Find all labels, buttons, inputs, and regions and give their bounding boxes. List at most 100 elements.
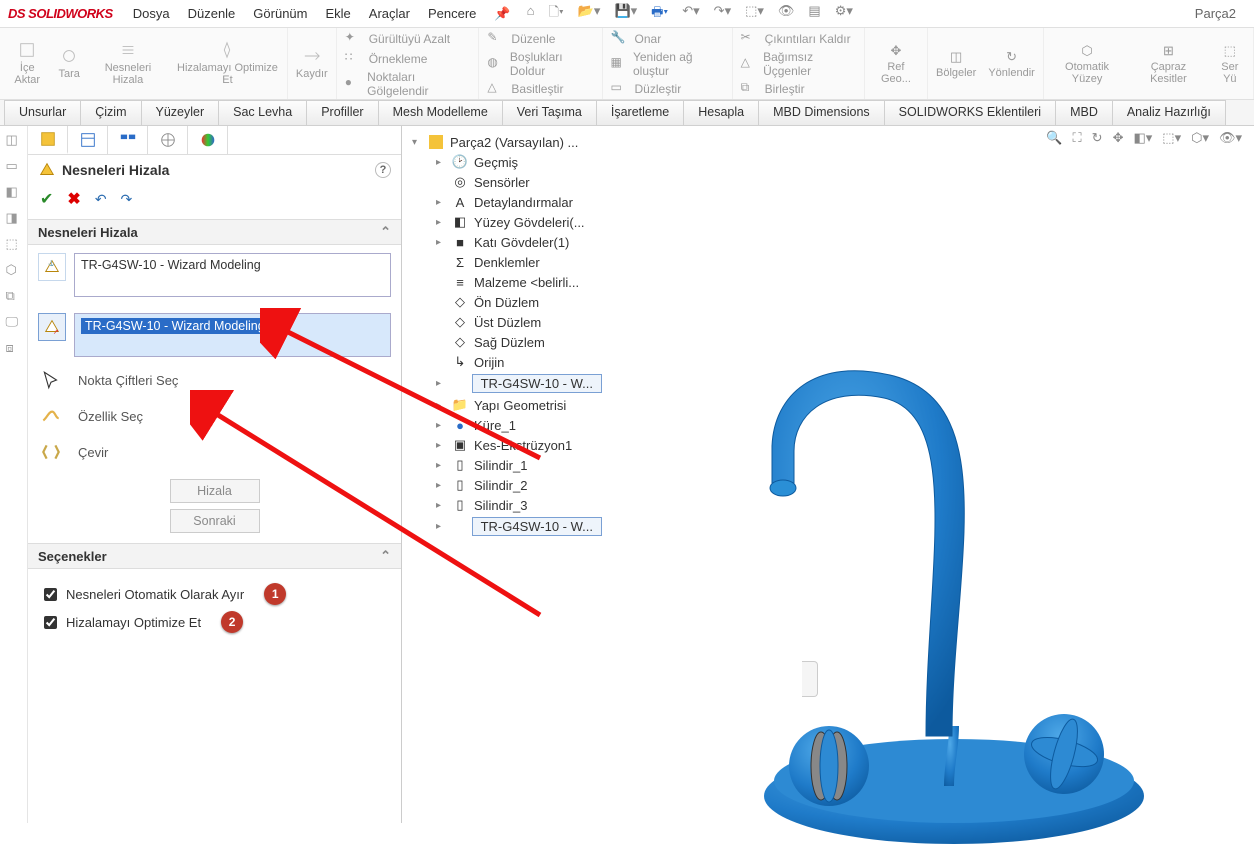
side-icon-8[interactable]: 🖵 [6,314,22,330]
side-icon-6[interactable]: ⬡ [6,262,22,278]
tab-evaluate[interactable]: Hesapla [683,100,759,125]
eye-icon[interactable]: 👁 [778,3,795,25]
tree-selected-2[interactable]: TR-G4SW-10 - W... [472,517,602,536]
cancel-icon[interactable]: ✖ [67,189,80,209]
side-icon-3[interactable]: ◧ [6,184,22,200]
tree-cyl2[interactable]: Silindir_2 [474,478,527,493]
expander-icon[interactable]: ▸ [436,197,446,208]
tab-profiles[interactable]: Profiller [306,100,378,125]
moving-selection-box[interactable]: TR-G4SW-10 - Wizard Modeling2 [74,313,391,357]
free-icon[interactable]: ⬚ [1221,43,1239,61]
ribbon-import[interactable]: İçe Aktar [8,62,47,86]
tab-datatransfer[interactable]: Veri Taşıma [502,100,597,125]
tree-sphere[interactable]: Küre_1 [474,418,516,433]
side-icon-5[interactable]: ⬚ [6,236,22,252]
ribbon-flatten[interactable]: ▭Düzleştir [611,80,682,98]
menu-insert[interactable]: Ekle [326,6,351,22]
cross-icon[interactable]: ⊞ [1159,43,1177,61]
anchor-reference-icon[interactable]: ⚓ [38,253,66,281]
collapse-icon[interactable]: ⌃ [380,224,391,240]
panel-tab-config[interactable] [108,126,148,154]
tab-surfaces[interactable]: Yüzeyler [141,100,220,125]
displaystyle-icon[interactable]: ◧▾ [1133,130,1152,146]
rotate-icon[interactable]: ↻ [1092,130,1103,146]
expander-icon[interactable]: ▸ [436,521,446,532]
form-icon[interactable]: ▤ [808,3,820,25]
autosurf-icon[interactable]: ⬡ [1078,43,1096,61]
tool-point-pairs[interactable]: Nokta Çiftleri Seç [78,373,178,388]
tab-marking[interactable]: İşaretleme [596,100,684,125]
ribbon-orient[interactable]: Yönlendir [988,67,1034,79]
tree-root[interactable]: Parça2 (Varsayılan) ... [450,135,578,150]
panel-tab-color[interactable] [188,126,228,154]
panel-tab-feature[interactable] [28,126,68,154]
align-button[interactable]: Hizala [170,479,260,503]
tree-surfacebodies[interactable]: Yüzey Gövdeleri(... [474,215,585,230]
regions-icon[interactable]: ◫ [947,49,965,67]
new-icon[interactable]: 🗋▾ [548,3,563,25]
move-object-icon[interactable]: ↗ [38,313,66,341]
side-icon-1[interactable]: ◫ [6,132,22,148]
tree-cyl3[interactable]: Silindir_3 [474,498,527,513]
panel-tab-display[interactable] [68,126,108,154]
zoomfit-icon[interactable]: 🔍 [1046,130,1062,146]
tree-top[interactable]: Üst Düzlem [474,315,541,330]
side-icon-4[interactable]: ◨ [6,210,22,226]
tree-front[interactable]: Ön Düzlem [474,295,539,310]
expander-icon[interactable]: ▸ [436,378,446,389]
pan-icon[interactable]: ✥ [1113,130,1124,146]
ok-icon[interactable]: ✔ [40,189,53,209]
expander-icon[interactable]: ▸ [436,157,446,168]
panel-tab-appearance[interactable] [148,126,188,154]
ribbon-scan[interactable]: Tara [59,68,80,80]
tree-sensors[interactable]: Sensörler [474,175,530,190]
menu-edit[interactable]: Düzenle [188,6,236,22]
expander-icon[interactable]: ▸ [436,217,446,228]
expander-icon[interactable]: ▸ [436,480,446,491]
select-icon[interactable]: ⬚▾ [745,3,764,25]
ribbon-free[interactable]: Ser Yü [1215,61,1245,85]
hide-icon[interactable]: 👁▾ [1219,130,1242,146]
tab-mbd[interactable]: MBD [1055,100,1113,125]
tree-buildgeo[interactable]: Yapı Geometrisi [474,398,566,413]
expander-icon[interactable]: ▸ [436,420,446,431]
ribbon-shade[interactable]: ●Noktaları Gölgelendir [345,70,471,98]
menu-file[interactable]: Dosya [133,6,170,22]
pointer-icon[interactable] [38,367,64,393]
ribbon-noise[interactable]: ✦Gürültüyü Azalt [345,30,450,48]
align-icon[interactable] [119,41,137,59]
tab-addins[interactable]: SOLIDWORKS Eklentileri [884,100,1056,125]
shift-icon[interactable] [303,47,321,65]
tool-flip[interactable]: Çevir [78,445,108,460]
ribbon-align[interactable]: Nesneleri Hizala [92,62,164,86]
scan-icon[interactable] [60,47,78,65]
side-icon-2[interactable]: ▭ [6,158,22,174]
ribbon-regions[interactable]: Bölgeler [936,67,976,79]
redo-icon[interactable]: ↷▾ [714,3,731,25]
tree-right[interactable]: Sağ Düzlem [474,335,545,350]
expander-icon[interactable]: ▸ [436,440,446,451]
expander-icon[interactable]: ▸ [436,237,446,248]
tree-solidbodies[interactable]: Katı Gövdeler(1) [474,235,569,250]
undo-icon[interactable]: ↶▾ [682,3,699,25]
opt-auto-separate[interactable] [44,588,57,601]
ribbon-optimize[interactable]: Hizalamayı Optimize Et [176,62,279,86]
tab-analysis[interactable]: Analiz Hazırlığı [1112,100,1226,125]
home-icon[interactable]: ⌂ [527,3,535,25]
orient-icon[interactable]: ↻ [1003,49,1021,67]
ribbon-sample[interactable]: ∷Örnekleme [345,50,428,68]
ribbon-refgeo[interactable]: Ref Geo... [873,61,919,85]
tab-features[interactable]: Unsurlar [4,100,81,125]
help-icon[interactable]: ? [375,162,391,178]
menu-window[interactable]: Pencere [428,6,476,22]
cube-icon[interactable]: ⬡▾ [1191,130,1209,146]
expander-icon[interactable]: ▸ [436,400,446,411]
tool-feature[interactable]: Özellik Seç [78,409,143,424]
ribbon-remesh[interactable]: ▦Yeniden ağ oluştur [611,50,724,78]
save-icon[interactable]: 💾▾ [614,3,637,25]
section-icon[interactable]: ⬚▾ [1162,130,1181,146]
optimize-icon[interactable] [218,41,236,59]
ribbon-fill[interactable]: ◍Boşlukları Doldur [487,50,593,78]
feature-select-icon[interactable] [38,403,64,429]
open-icon[interactable]: 📂▾ [578,3,601,25]
